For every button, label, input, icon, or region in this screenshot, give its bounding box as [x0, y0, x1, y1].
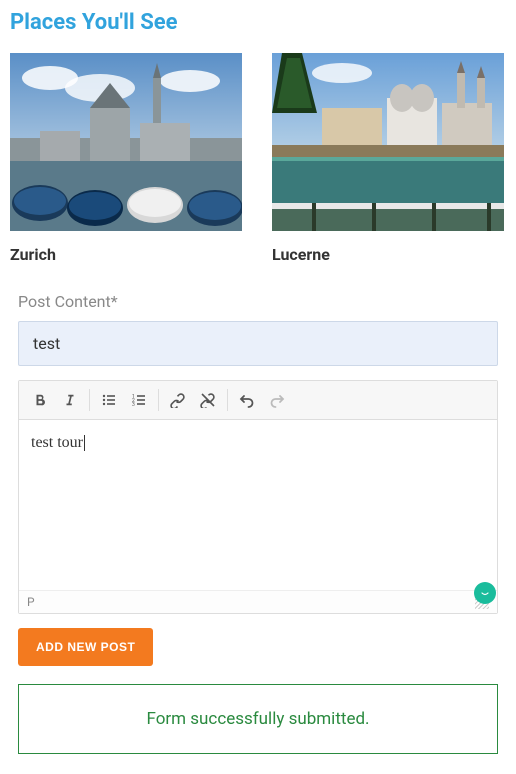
section-title: Places You'll See: [10, 10, 506, 35]
editor-body[interactable]: test tour: [19, 420, 497, 590]
place-card-lucerne: Lucerne: [272, 53, 506, 264]
italic-button[interactable]: [55, 385, 85, 415]
content-input[interactable]: [18, 321, 498, 366]
toolbar-separator: [227, 389, 228, 411]
italic-icon: [63, 393, 77, 407]
bold-icon: [33, 393, 47, 407]
bullet-list-icon: [101, 392, 117, 408]
undo-icon: [239, 392, 255, 408]
link-icon: [170, 392, 186, 408]
svg-text:3: 3: [132, 402, 135, 408]
success-message: Form successfully submitted.: [18, 684, 498, 754]
bold-button[interactable]: [25, 385, 55, 415]
place-card-zurich: Zurich: [10, 53, 244, 264]
undo-button[interactable]: [232, 385, 262, 415]
unlink-icon: [200, 392, 216, 408]
place-image-zurich: [10, 53, 242, 231]
place-image-lucerne: [272, 53, 504, 231]
content-label: Post Content*: [18, 292, 506, 311]
places-row: Zurich: [10, 53, 506, 264]
numbered-list-icon: 123: [131, 392, 147, 408]
unlink-button[interactable]: [193, 385, 223, 415]
element-path: P: [27, 595, 35, 609]
post-form: Post Content* 123: [10, 292, 506, 754]
redo-icon: [269, 392, 285, 408]
chat-widget[interactable]: [474, 582, 496, 604]
add-new-post-button[interactable]: ADD NEW POST: [18, 628, 153, 666]
numbered-list-button[interactable]: 123: [124, 385, 154, 415]
place-name: Lucerne: [272, 245, 506, 264]
editor-toolbar: 123: [19, 381, 497, 420]
editor-text: test tour: [31, 434, 85, 451]
smile-icon: [480, 588, 490, 598]
link-button[interactable]: [163, 385, 193, 415]
place-name: Zurich: [10, 245, 244, 264]
redo-button[interactable]: [262, 385, 292, 415]
bullet-list-button[interactable]: [94, 385, 124, 415]
toolbar-separator: [158, 389, 159, 411]
rich-editor: 123 test tour: [18, 380, 498, 614]
editor-footer: P: [19, 590, 497, 613]
toolbar-separator: [89, 389, 90, 411]
